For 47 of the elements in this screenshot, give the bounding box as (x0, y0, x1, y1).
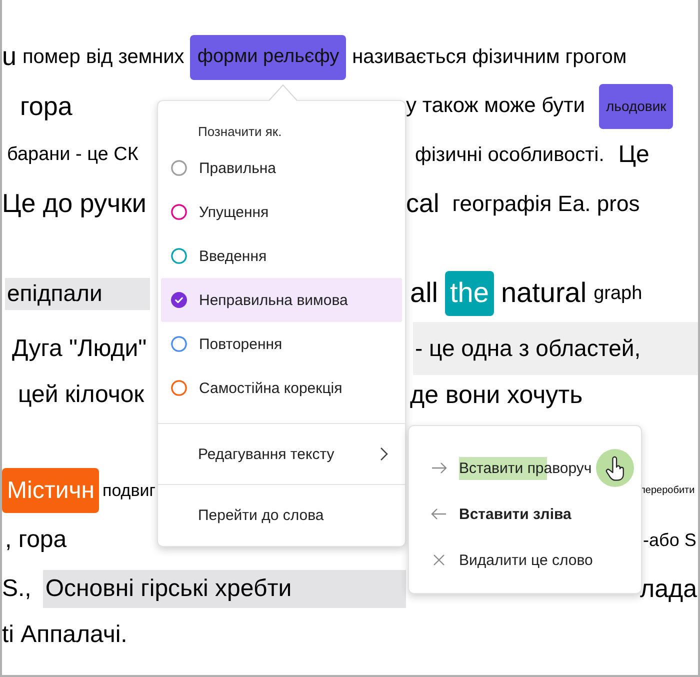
document-text: помер від земних (22, 46, 184, 68)
document-text: natural (500, 277, 587, 310)
document-text: лада (640, 574, 697, 604)
close-icon (433, 554, 445, 566)
mark-option[interactable]: Введення (161, 234, 402, 278)
mark-option[interactable]: Упущення (161, 190, 402, 234)
document-text: , гора (5, 526, 67, 554)
document-text: гора (20, 92, 72, 122)
mark-option[interactable]: Неправильна вимова (161, 278, 402, 322)
document-text: де вони хочуть (410, 380, 583, 410)
submenu-item[interactable]: Вставити зліва (409, 491, 641, 537)
document-text: Це (618, 141, 650, 169)
highlighted-word: форми рельєфу (190, 34, 346, 80)
document-text: -або S (643, 530, 696, 550)
document-text: Це до ручки (2, 188, 146, 218)
menu-item[interactable]: Редагування тексту (158, 424, 405, 484)
arrow-left-icon (431, 508, 447, 520)
document-text: географія Ea. pros (452, 190, 640, 216)
document-text: Дуга "Люди" (12, 334, 147, 362)
arrow-right-icon (431, 462, 447, 474)
document-text: переробити (640, 484, 695, 496)
mark-option[interactable]: Самостійна корекція (161, 366, 402, 410)
document-text: S., (2, 575, 32, 603)
shaded-text: - це одна з областей, (413, 322, 698, 375)
document-text: називається фізичним грогом (352, 46, 627, 68)
document-text: барани - це СК (7, 144, 138, 166)
mark-option[interactable]: Повторення (161, 322, 402, 366)
document-text: подвиг (102, 480, 156, 500)
document-text: ti Аппалачі. (2, 621, 128, 649)
document-text: цей кілочок (18, 381, 144, 409)
document-text: у також може бути (406, 94, 586, 119)
hand-cursor-icon (596, 449, 634, 487)
mark-option[interactable]: Правильна (161, 146, 402, 190)
menu-item[interactable]: Перейти до слова (158, 485, 405, 545)
highlighted-word: льодовик (599, 84, 674, 129)
document-text: фізичні особливості. (415, 144, 604, 166)
submenu-item[interactable]: Вставити праворуч (409, 445, 641, 491)
document-text: graph (594, 282, 642, 304)
submenu-item[interactable]: Видалити це слово (409, 537, 641, 583)
shaded-text: Основні гірські хребти (43, 570, 406, 608)
highlighted-word: Містичн (2, 468, 100, 513)
document-text: u (2, 42, 16, 72)
document-text: all (410, 277, 438, 310)
document-text: cal (406, 188, 440, 218)
shaded-text: епідпали (5, 278, 150, 310)
highlighted-word: the (445, 271, 494, 316)
menu-heading: Позначити як. (197, 122, 283, 140)
